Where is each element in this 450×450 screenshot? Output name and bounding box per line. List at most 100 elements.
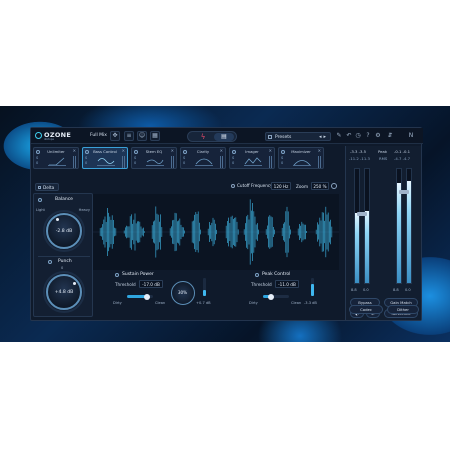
punch-knob[interactable]: +4.8 dB	[43, 271, 85, 313]
stem-split-icon[interactable]: ≡	[124, 131, 134, 141]
ozone-logo: OZONE iZotope	[35, 131, 71, 141]
punch-title: Punch	[58, 259, 72, 264]
input-meter-left	[354, 168, 360, 284]
module-meter-icon	[171, 156, 174, 168]
sustain-slider-thumb[interactable]	[143, 293, 150, 300]
module-name: Clarity	[196, 149, 210, 154]
punch-zero-label: 0	[61, 266, 64, 270]
module-meter-icon	[318, 156, 321, 168]
ozone-logo-icon	[35, 132, 42, 139]
module-name: Maximizer	[291, 149, 311, 154]
module-side-labels: S0	[232, 156, 235, 165]
help-icon[interactable]: ?	[364, 132, 372, 140]
codec-button[interactable]: Codec	[349, 305, 383, 314]
module-maximizer[interactable]: Maximizer ✕ S0	[278, 147, 324, 169]
input-foot-right: 0.0	[363, 288, 369, 292]
meter-fill	[407, 181, 411, 283]
top-bar: OZONE iZotope Full Mix ✥ ≡ ☺ ▦ ϟ ▤ Prese…	[31, 128, 423, 144]
close-icon[interactable]: ✕	[220, 148, 223, 153]
view-toggle[interactable]: ϟ ▤	[187, 131, 237, 142]
robot-icon[interactable]: ☺	[137, 131, 147, 141]
module-power-icon[interactable]	[85, 150, 89, 154]
logo-subtitle: iZotope	[44, 138, 54, 141]
zoom-field[interactable]: 250 %	[311, 182, 329, 190]
izotope-n-icon[interactable]: N	[407, 132, 415, 140]
dither-button[interactable]: Dither	[387, 305, 419, 314]
waveform-display[interactable]	[93, 194, 339, 270]
sustain-dirty-clean-slider[interactable]	[127, 293, 153, 300]
output-peak-readout: -0.1 -0.1	[394, 149, 411, 154]
delta-button[interactable]: Delta	[35, 183, 59, 191]
module-meter-icon	[269, 156, 272, 168]
module-bass-control[interactable]: Bass Control ✕ S0	[82, 147, 128, 169]
settings-gear-icon[interactable]: ⚙	[374, 132, 382, 140]
peak-dirty-clean-slider[interactable]	[263, 293, 289, 300]
sustain-power-section: Sustain Power Threshold -17.0 dB Dirty C…	[105, 270, 227, 320]
module-name: Stem EQ	[145, 149, 163, 154]
peak-title: Peak Control	[262, 272, 291, 277]
sustain-mix-knob[interactable]: 30%	[171, 281, 195, 305]
module-curve-icon	[244, 157, 262, 166]
sustain-power-icon[interactable]	[115, 273, 119, 277]
meter-fill	[365, 211, 369, 283]
balance-title: Balance	[55, 197, 73, 202]
module-stem-eq[interactable]: Stem EQ ✕ S0	[131, 147, 177, 169]
sustain-meter-value: +0.7 dB	[196, 301, 211, 305]
module-power-icon[interactable]	[183, 150, 187, 154]
balance-knob[interactable]: -2.8 dB	[43, 210, 85, 252]
module-power-icon[interactable]	[232, 150, 236, 154]
module-chain: Unlimiter ✕ S0 Bass Control ✕ S0 Stem EQ…	[33, 147, 328, 169]
sustain-clean-label: Clean	[155, 301, 166, 305]
module-side-labels: S0	[36, 156, 39, 165]
meter-fill	[397, 183, 401, 283]
punch-value: +4.8 dB	[54, 290, 74, 295]
punch-power-icon[interactable]	[48, 260, 52, 264]
cutoff-frequency-field[interactable]: 120 Hz	[271, 182, 291, 190]
module-power-icon[interactable]	[134, 150, 138, 154]
sustain-threshold-field[interactable]: -17.0 dB	[139, 280, 163, 288]
peak-meter-fill	[311, 284, 314, 296]
preset-nav-arrows-icon[interactable]: ◂▸	[319, 134, 328, 140]
peak-threshold-field[interactable]: -11.0 dB	[275, 280, 299, 288]
history-icon[interactable]: ◷	[354, 132, 362, 140]
signal-chain-icon[interactable]: ⇵	[386, 132, 394, 140]
presets-label: Presets	[275, 134, 292, 140]
piano-icon[interactable]: ▦	[150, 131, 160, 141]
sustain-gain-meter	[203, 278, 206, 296]
module-side-labels: S0	[85, 156, 88, 165]
input-gain-fader[interactable]	[357, 212, 367, 216]
zoom-reset-icon[interactable]	[331, 183, 337, 189]
peak-slider-thumb[interactable]	[267, 293, 274, 300]
lightning-icon[interactable]: ϟ	[196, 133, 210, 141]
module-clarity[interactable]: Clarity ✕ S0	[180, 147, 226, 169]
zoom-label: Zoom	[296, 184, 309, 189]
presets-dropdown[interactable]: Presets ◂▸	[265, 132, 331, 141]
module-side-labels: S0	[134, 156, 137, 165]
module-meter-icon	[220, 156, 223, 168]
module-power-icon[interactable]	[36, 150, 40, 154]
undo-icon[interactable]: ↶	[345, 132, 353, 140]
pencil-icon[interactable]: ✎	[335, 132, 343, 140]
full-mix-label[interactable]: Full Mix	[90, 133, 107, 138]
module-unlimiter[interactable]: Unlimiter ✕ S0	[33, 147, 79, 169]
cutoff-power-icon[interactable]	[231, 184, 235, 188]
module-curve-icon	[195, 158, 213, 166]
close-icon[interactable]: ✕	[318, 148, 321, 153]
close-icon[interactable]: ✕	[122, 148, 125, 153]
module-imager[interactable]: Imager ✕ S0	[229, 147, 275, 169]
grid-view-icon[interactable]: ▤	[214, 133, 234, 141]
input-foot-left: 8.8	[351, 288, 357, 292]
close-icon[interactable]: ✕	[73, 148, 76, 153]
ozone-plugin-window: OZONE iZotope Full Mix ✥ ≡ ☺ ▦ ϟ ▤ Prese…	[30, 127, 423, 321]
assistant-icon[interactable]: ✥	[110, 131, 120, 141]
close-icon[interactable]: ✕	[269, 148, 272, 153]
output-gain-fader[interactable]	[399, 190, 409, 194]
output-rms-readout: -4.7 -4.7	[394, 156, 411, 161]
module-meter-icon	[73, 156, 76, 168]
module-side-labels: S0	[183, 156, 186, 165]
close-icon[interactable]: ✕	[171, 148, 174, 153]
peak-power-icon[interactable]	[255, 273, 259, 277]
balance-power-icon[interactable]	[38, 198, 42, 202]
sustain-dirty-label: Dirty	[113, 301, 122, 305]
module-power-icon[interactable]	[281, 150, 285, 154]
